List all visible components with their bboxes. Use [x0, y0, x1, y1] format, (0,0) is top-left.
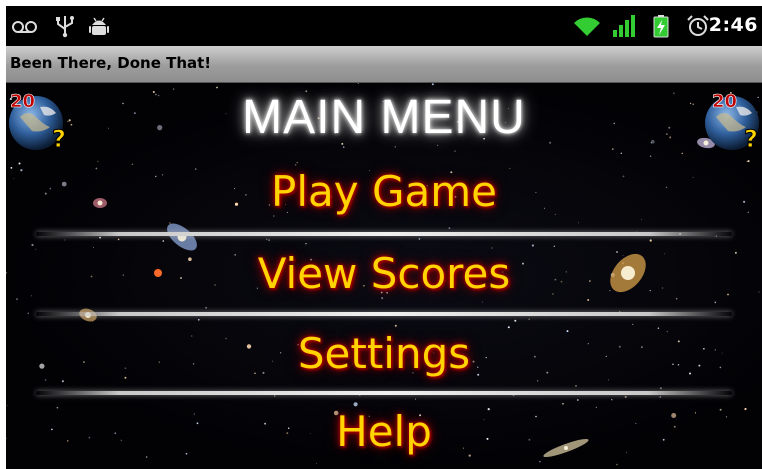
app-title: Been There, Done That!	[10, 54, 212, 72]
menu-heading: MAIN MENU	[242, 91, 526, 144]
play-game-button[interactable]: Play Game	[6, 167, 762, 216]
menu-divider	[36, 312, 732, 316]
help-button[interactable]: Help	[6, 407, 762, 456]
main-menu-screen: 20 ? 20 ? MAIN MENU Play Game View Score…	[6, 83, 762, 469]
android-debug-icon	[89, 17, 109, 35]
view-scores-button[interactable]: View Scores	[6, 249, 762, 298]
battery-charging-icon	[653, 15, 669, 38]
app-title-bar: Been There, Done That!	[6, 46, 762, 83]
phone-screen: 2:46 Been There, Done That! 20 ? 20 ? MA…	[6, 6, 762, 469]
menu-divider	[36, 232, 732, 236]
settings-button[interactable]: Settings	[6, 329, 762, 378]
status-bar: 2:46	[6, 6, 762, 46]
voicemail-icon	[12, 21, 37, 33]
status-clock: 2:46	[708, 14, 758, 36]
usb-icon	[56, 16, 74, 38]
signal-icon	[613, 15, 635, 37]
wifi-icon	[574, 17, 600, 36]
menu-divider	[36, 391, 732, 395]
alarm-icon	[687, 15, 709, 36]
